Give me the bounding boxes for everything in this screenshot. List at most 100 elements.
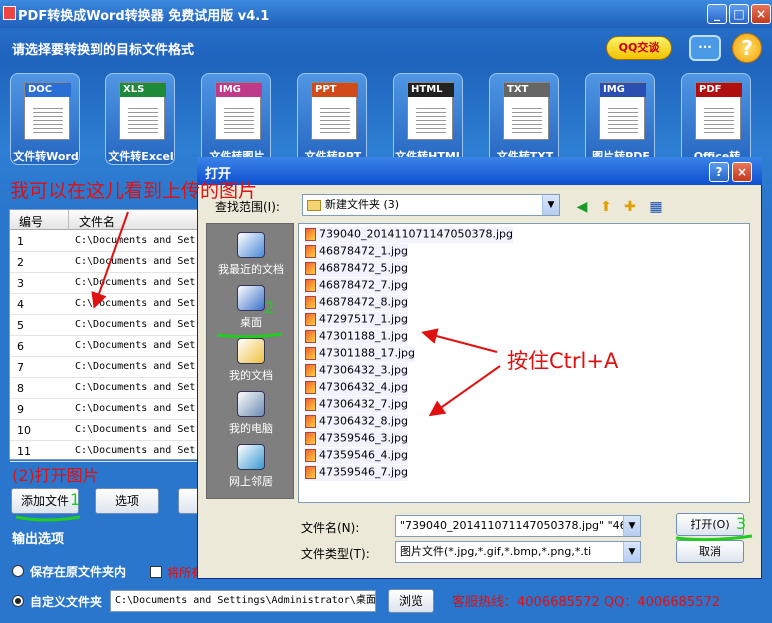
column-header-filename[interactable]: 文件名: [79, 213, 115, 230]
format-tag: XLS: [120, 83, 166, 97]
row-number: 8: [17, 382, 24, 395]
place-label: 我的电脑: [229, 422, 273, 435]
row-path: C:\Documents and Set: [75, 424, 196, 435]
add-file-button[interactable]: 添加文件: [11, 488, 79, 514]
row-path: C:\Documents and Set: [75, 298, 196, 309]
format-tag: IMG: [216, 83, 262, 97]
save-in-source-radio[interactable]: [12, 565, 24, 577]
row-number: 1: [17, 235, 24, 248]
browse-button[interactable]: 浏览: [388, 589, 434, 613]
dialog-close-button[interactable]: ×: [732, 162, 752, 182]
place-my-documents[interactable]: 我的文档: [207, 334, 295, 386]
file-name: 47297517_1.jpg: [319, 312, 409, 326]
place-label: 我的文档: [229, 369, 273, 382]
open-file-dialog: 打开 ? × 查找范围(I): 新建文件夹 (3) ▼ ◀ ⬆ ✚ ▦ 我最近的…: [197, 157, 762, 579]
annotation-can-see: 我可以在这儿看到上传的图片: [10, 180, 258, 202]
jpg-file-icon: [305, 244, 316, 258]
convert-tool-4-button[interactable]: HTML文件转HTML: [393, 73, 463, 165]
table-row[interactable]: 2 C:\Documents and Set: [10, 252, 200, 273]
maximize-button[interactable]: □: [729, 4, 749, 24]
document-icon: IMG: [215, 82, 262, 140]
place-desktop[interactable]: 桌面: [207, 281, 295, 333]
row-path: C:\Documents and Set: [75, 277, 196, 288]
recent-documents-icon: [237, 232, 265, 258]
file-item[interactable]: 46878472_1.jpg: [305, 244, 409, 260]
file-list-header: 编号 文件名: [10, 210, 200, 230]
jpg-file-icon: [305, 295, 316, 309]
row-path: C:\Documents and Set: [75, 340, 196, 351]
jpg-file-icon: [305, 278, 316, 292]
column-header-number[interactable]: 编号: [19, 213, 43, 230]
options-button[interactable]: 选项: [95, 488, 159, 514]
up-folder-icon[interactable]: ⬆: [596, 197, 616, 217]
table-row[interactable]: 1 C:\Documents and Set: [10, 231, 200, 252]
document-lines-icon: [224, 105, 254, 133]
place-recent-documents[interactable]: 我最近的文档: [207, 228, 295, 280]
window-title: PDF转换成Word转换器 免费试用版 v4.1: [18, 9, 270, 24]
document-lines-icon: [320, 105, 350, 133]
place-my-computer[interactable]: 我的电脑: [207, 387, 295, 439]
filename-input[interactable]: "739040_20141107114705037​8.jpg" "4687 ▼: [395, 515, 641, 537]
file-item[interactable]: 47306432_3.jpg: [305, 363, 409, 379]
row-number: 11: [17, 445, 31, 458]
file-item[interactable]: 47306432_8.jpg: [305, 414, 409, 430]
convert-tool-label: 文件转Excel: [108, 150, 174, 163]
help-icon[interactable]: ?: [732, 33, 762, 63]
row-number: 6: [17, 340, 24, 353]
close-button[interactable]: ×: [751, 4, 771, 24]
my-computer-icon: [237, 391, 265, 417]
minimize-button[interactable]: _: [707, 4, 727, 24]
back-icon[interactable]: ◀: [572, 197, 592, 217]
view-menu-icon[interactable]: ▦: [646, 197, 666, 217]
convert-tool-7-button[interactable]: PDFOffice转PDF: [681, 73, 751, 177]
table-row[interactable]: 7 C:\Documents and Set: [10, 357, 200, 378]
file-item[interactable]: 47301188_17.jpg: [305, 346, 416, 362]
table-row[interactable]: 9 C:\Documents and Set: [10, 399, 200, 420]
file-name: 47359546_3.jpg: [319, 431, 409, 445]
file-item[interactable]: 47359546_7.jpg: [305, 465, 409, 481]
file-item[interactable]: 46878472_5.jpg: [305, 261, 409, 277]
file-item[interactable]: 47359546_4.jpg: [305, 448, 409, 464]
cancel-button[interactable]: 取消: [676, 540, 744, 563]
table-row[interactable]: 11 C:\Documents and Set: [10, 441, 200, 462]
table-row[interactable]: 8 C:\Documents and Set: [10, 378, 200, 399]
jpg-file-icon: [305, 465, 316, 479]
chat-icon[interactable]: ···: [689, 35, 721, 61]
file-item[interactable]: 47359546_3.jpg: [305, 431, 409, 447]
file-list[interactable]: 编号 文件名 1 C:\Documents and Set 2 C:\Document…: [9, 209, 200, 462]
table-row[interactable]: 3 C:\Documents and Set: [10, 273, 200, 294]
new-folder-icon[interactable]: ✚: [620, 197, 640, 217]
merge-checkbox[interactable]: [150, 566, 162, 578]
look-in-combo[interactable]: 新建文件夹 (3) ▼: [302, 194, 560, 216]
table-row[interactable]: 5 C:\Documents and Set: [10, 315, 200, 336]
file-item[interactable]: 47301188_1.jpg: [305, 329, 409, 345]
custom-folder-path-input[interactable]: C:\Documents and Settings\Administrator\…: [110, 590, 376, 612]
file-item[interactable]: 46878472_7.jpg: [305, 278, 409, 294]
file-item[interactable]: 46878472_8.jpg: [305, 295, 409, 311]
chevron-down-icon[interactable]: ▼: [623, 516, 640, 536]
row-number: 4: [17, 298, 24, 311]
chevron-down-icon[interactable]: ▼: [542, 195, 559, 215]
convert-tool-6-button[interactable]: IMG图片转PDF: [585, 73, 655, 165]
convert-tool-3-button[interactable]: PPT文件转PPT: [297, 73, 367, 165]
file-name: 47306432_4.jpg: [319, 380, 409, 394]
place-network-places[interactable]: 网上邻居: [207, 440, 295, 492]
table-row[interactable]: 6 C:\Documents and Set: [10, 336, 200, 357]
dialog-help-button[interactable]: ?: [709, 162, 729, 182]
filetype-select[interactable]: 图片文件(*.jpg,*.gif,*.bmp,*.png,*.ti ▼: [395, 541, 641, 563]
convert-tool-0-button[interactable]: DOC 文件转Word: [10, 73, 80, 165]
open-button[interactable]: 打开(O): [676, 513, 744, 536]
file-item[interactable]: 47297517_1.jpg: [305, 312, 409, 328]
file-item[interactable]: 47306432_7.jpg: [305, 397, 409, 413]
chevron-down-icon[interactable]: ▼: [623, 542, 640, 562]
file-item[interactable]: 47306432_4.jpg: [305, 380, 409, 396]
convert-tool-2-button[interactable]: IMG文件转图片: [201, 73, 271, 165]
file-item[interactable]: 739040_20141107114705037​8.jpg: [305, 227, 513, 243]
qq-chat-button[interactable]: QQ交谈: [606, 36, 672, 60]
convert-tool-1-button[interactable]: XLS 文件转Excel: [105, 73, 175, 165]
custom-folder-radio[interactable]: [12, 595, 24, 607]
places-bar: 我最近的文档 桌面我的文档我的电脑网上邻居: [206, 223, 294, 499]
table-row[interactable]: 4 C:\Documents and Set: [10, 294, 200, 315]
convert-tool-5-button[interactable]: TXT文件转TXT: [489, 73, 559, 165]
table-row[interactable]: 10 C:\Documents and Set: [10, 420, 200, 441]
